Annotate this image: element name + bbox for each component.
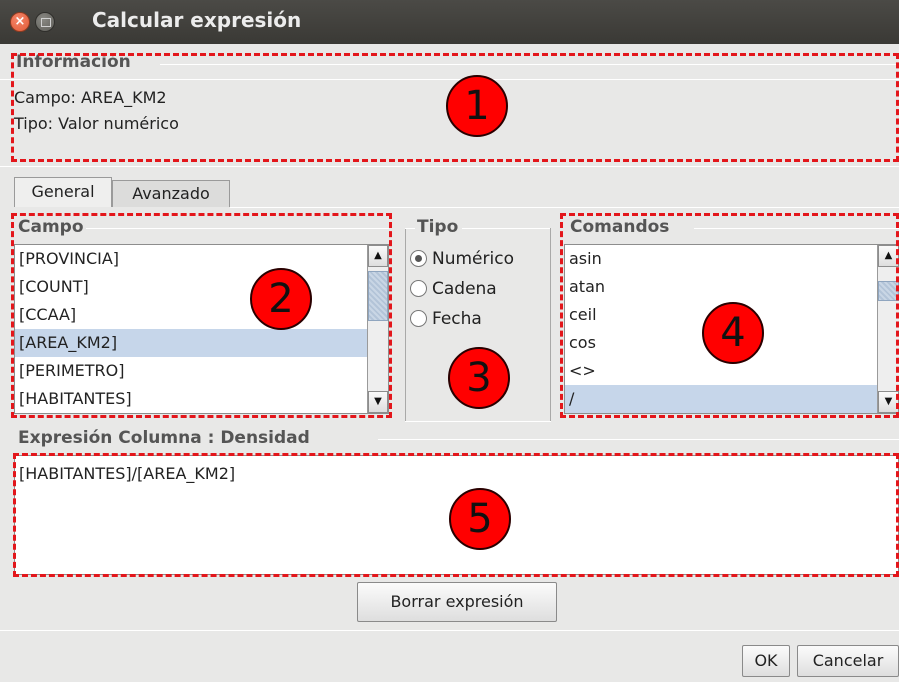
tab-general[interactable]: General [14, 177, 112, 207]
window-title: Calcular expresión [92, 8, 302, 32]
callout-4: 4 [702, 302, 764, 364]
radio-label: Numérico [432, 249, 514, 269]
annotation-frame-2 [11, 213, 392, 418]
radio-icon[interactable] [410, 280, 427, 297]
close-window-button[interactable]: × [10, 12, 30, 32]
tipo-right-border [550, 228, 551, 422]
radio-icon[interactable] [410, 310, 427, 327]
tipo-rule [462, 228, 550, 229]
title-bar: × Calcular expresión [0, 0, 899, 44]
radio-selected-icon[interactable] [410, 250, 427, 267]
tipo-left-border [405, 228, 406, 422]
expresion-rule [378, 439, 899, 440]
callout-5: 5 [449, 488, 511, 550]
ok-button[interactable]: OK [742, 645, 790, 677]
expresion-legend: Expresión Columna : Densidad [16, 428, 312, 448]
maximize-window-button[interactable] [35, 12, 55, 32]
tipo-legend: Tipo [415, 217, 461, 237]
tipo-bottom-border [405, 421, 551, 422]
tab-strip-line [230, 207, 899, 208]
radio-label: Cadena [432, 279, 497, 299]
radio-cadena[interactable]: Cadena [410, 274, 514, 304]
tipo-radio-group: Numérico Cadena Fecha [410, 244, 514, 334]
callout-3: 3 [448, 347, 510, 409]
radio-label: Fecha [432, 309, 482, 329]
tab-avanzado[interactable]: Avanzado [112, 180, 230, 207]
radio-fecha[interactable]: Fecha [410, 304, 514, 334]
informacion-bottom-divider [0, 166, 899, 167]
borrar-expresion-button[interactable]: Borrar expresión [357, 582, 557, 622]
footer-divider [0, 630, 899, 631]
callout-1: 1 [446, 75, 508, 137]
tipo-rule-left [405, 228, 415, 229]
cancelar-button[interactable]: Cancelar [797, 645, 899, 677]
radio-numerico[interactable]: Numérico [410, 244, 514, 274]
callout-2: 2 [250, 268, 312, 330]
